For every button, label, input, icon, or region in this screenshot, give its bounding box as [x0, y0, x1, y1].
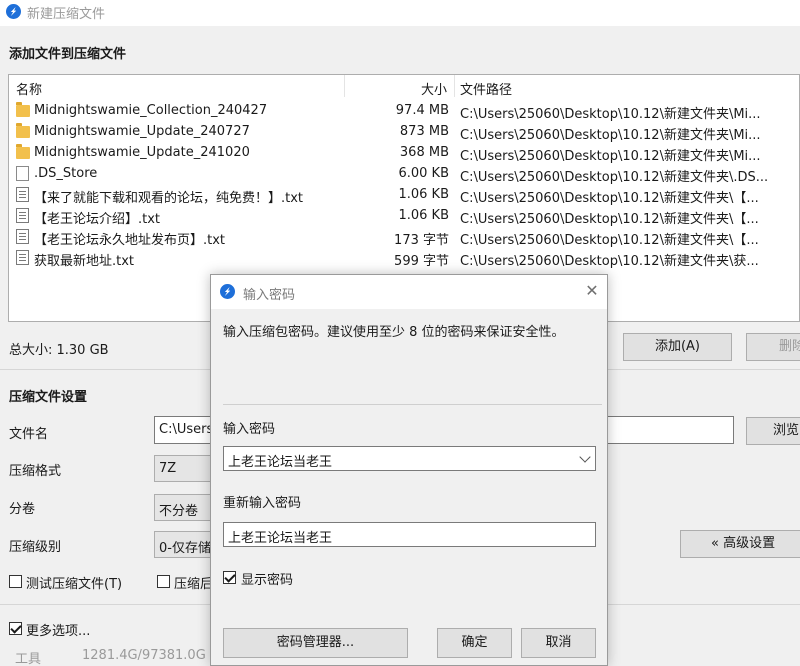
- file-size: 368 MB: [399, 145, 449, 160]
- show-password-label[interactable]: 显示密码: [241, 569, 293, 588]
- reenter-password-input[interactable]: 上老王论坛当老王: [223, 522, 596, 547]
- file-path: C:\Users\25060\Desktop\10.12\新建文件夹\【...: [460, 191, 759, 206]
- chevron-down-icon[interactable]: [579, 451, 591, 463]
- level-select[interactable]: 0-仅存储: [154, 531, 214, 558]
- column-header-name[interactable]: 名称: [16, 79, 42, 98]
- total-size-text: 总大小: 1.30 GB: [9, 343, 109, 358]
- advanced-settings-button[interactable]: « 高级设置: [680, 530, 800, 558]
- main-titlebar: 新建压缩文件: [0, 0, 800, 26]
- settings-heading: 压缩文件设置: [9, 390, 88, 405]
- filename-label: 文件名: [9, 427, 49, 442]
- app-logo-icon: [6, 4, 21, 19]
- divider: [223, 404, 602, 405]
- folder-icon: [16, 123, 30, 138]
- file-path: C:\Users\25060\Desktop\10.12\新建文件夹\【...: [460, 212, 759, 227]
- test-archive-label[interactable]: 测试压缩文件(T): [26, 573, 122, 592]
- file-size: 1.06 KB: [398, 208, 449, 223]
- list-item[interactable]: Midnightswamie_Update_241020 368 MB C:\U…: [9, 142, 799, 164]
- add-button[interactable]: 添加(A): [623, 333, 732, 361]
- file-name: 【老王论坛介绍】.txt: [34, 212, 161, 227]
- file-name: 获取最新地址.txt: [34, 254, 135, 269]
- folder-icon: [16, 144, 30, 159]
- text-file-icon: [16, 208, 29, 223]
- ok-button[interactable]: 确定: [437, 628, 512, 658]
- list-item[interactable]: Midnightswamie_Update_240727 873 MB C:\U…: [9, 121, 799, 143]
- file-size: 97.4 MB: [395, 103, 449, 118]
- disk-space-text: 1281.4G/97381.0G: [82, 648, 206, 663]
- password-dialog: 输入密码 ✕ 输入压缩包密码。建议使用至少 8 位的密码来保证安全性。 输入密码…: [210, 274, 608, 666]
- list-item[interactable]: 【来了就能下载和观看的论坛，纯免费！】.txt 1.06 KB C:\Users…: [9, 184, 799, 206]
- password-label: 输入密码: [223, 422, 276, 437]
- bottom-tools-text: 工具: [15, 652, 42, 666]
- format-label: 压缩格式: [9, 464, 62, 479]
- test-archive-checkbox[interactable]: [9, 575, 22, 588]
- list-item[interactable]: 获取最新地址.txt 599 字节 C:\Users\25060\Desktop…: [9, 247, 799, 269]
- level-label: 压缩级别: [9, 540, 62, 555]
- password-value: 上老王论坛当老王: [228, 455, 333, 470]
- text-file-icon: [16, 187, 29, 202]
- file-path: C:\Users\25060\Desktop\10.12\新建文件夹\Mi...: [460, 107, 761, 122]
- reenter-password-label: 重新输入密码: [223, 496, 302, 511]
- close-icon[interactable]: ✕: [582, 281, 602, 301]
- file-path: C:\Users\25060\Desktop\10.12\新建文件夹\Mi...: [460, 149, 761, 164]
- browse-button[interactable]: 浏览: [746, 417, 800, 445]
- add-files-heading: 添加文件到压缩文件: [9, 47, 127, 62]
- dialog-title: 输入密码: [243, 288, 296, 303]
- folder-icon: [16, 102, 30, 117]
- more-options-checkbox[interactable]: [9, 622, 22, 635]
- split-select[interactable]: 不分卷: [154, 494, 214, 521]
- file-path: C:\Users\25060\Desktop\10.12\新建文件夹\【...: [460, 233, 759, 248]
- delete-button[interactable]: 删除: [746, 333, 800, 361]
- file-size: 599 字节: [394, 254, 449, 269]
- text-file-icon: [16, 229, 29, 244]
- column-separator[interactable]: [454, 75, 455, 97]
- file-size: 873 MB: [399, 124, 449, 139]
- column-header-size[interactable]: 大小: [351, 79, 447, 98]
- list-item[interactable]: Midnightswamie_Collection_240427 97.4 MB…: [9, 100, 799, 122]
- file-name: Midnightswamie_Update_240727: [34, 124, 250, 139]
- file-size: 6.00 KB: [398, 166, 449, 181]
- split-label: 分卷: [9, 502, 36, 517]
- list-item[interactable]: .DS_Store 6.00 KB C:\Users\25060\Desktop…: [9, 163, 799, 185]
- file-size: 1.06 KB: [398, 187, 449, 202]
- after-compress-label[interactable]: 压缩后: [174, 573, 214, 592]
- show-password-checkbox[interactable]: [223, 571, 236, 584]
- file-name: Midnightswamie_Update_241020: [34, 145, 250, 160]
- app-logo-icon: [220, 284, 235, 299]
- file-name: Midnightswamie_Collection_240427: [34, 103, 268, 118]
- dialog-titlebar: 输入密码 ✕: [211, 275, 607, 309]
- list-item[interactable]: 【老王论坛介绍】.txt 1.06 KB C:\Users\25060\Desk…: [9, 205, 799, 227]
- file-list-header: 名称 大小 文件路径: [9, 75, 799, 98]
- cancel-button[interactable]: 取消: [521, 628, 596, 658]
- file-icon: [16, 166, 29, 181]
- text-file-icon: [16, 250, 29, 265]
- file-name: 【来了就能下载和观看的论坛，纯免费！】.txt: [34, 191, 304, 206]
- password-input[interactable]: 上老王论坛当老王: [223, 446, 596, 471]
- list-item[interactable]: 【老王论坛永久地址发布页】.txt 173 字节 C:\Users\25060\…: [9, 226, 799, 248]
- file-name: .DS_Store: [34, 166, 98, 181]
- file-name: 【老王论坛永久地址发布页】.txt: [34, 233, 226, 248]
- after-compress-checkbox[interactable]: [157, 575, 170, 588]
- more-options-label[interactable]: 更多选项...: [26, 620, 90, 639]
- file-path: C:\Users\25060\Desktop\10.12\新建文件夹\Mi...: [460, 128, 761, 143]
- file-size: 173 字节: [394, 233, 449, 248]
- password-manager-button[interactable]: 密码管理器...: [223, 628, 408, 658]
- column-separator[interactable]: [344, 75, 345, 97]
- dialog-description: 输入压缩包密码。建议使用至少 8 位的密码来保证安全性。: [223, 325, 565, 340]
- column-header-path[interactable]: 文件路径: [460, 79, 512, 98]
- file-path: C:\Users\25060\Desktop\10.12\新建文件夹\获...: [460, 254, 759, 269]
- file-path: C:\Users\25060\Desktop\10.12\新建文件夹\.DS..…: [460, 170, 769, 185]
- window-title: 新建压缩文件: [27, 7, 106, 22]
- format-select[interactable]: 7Z: [154, 455, 214, 482]
